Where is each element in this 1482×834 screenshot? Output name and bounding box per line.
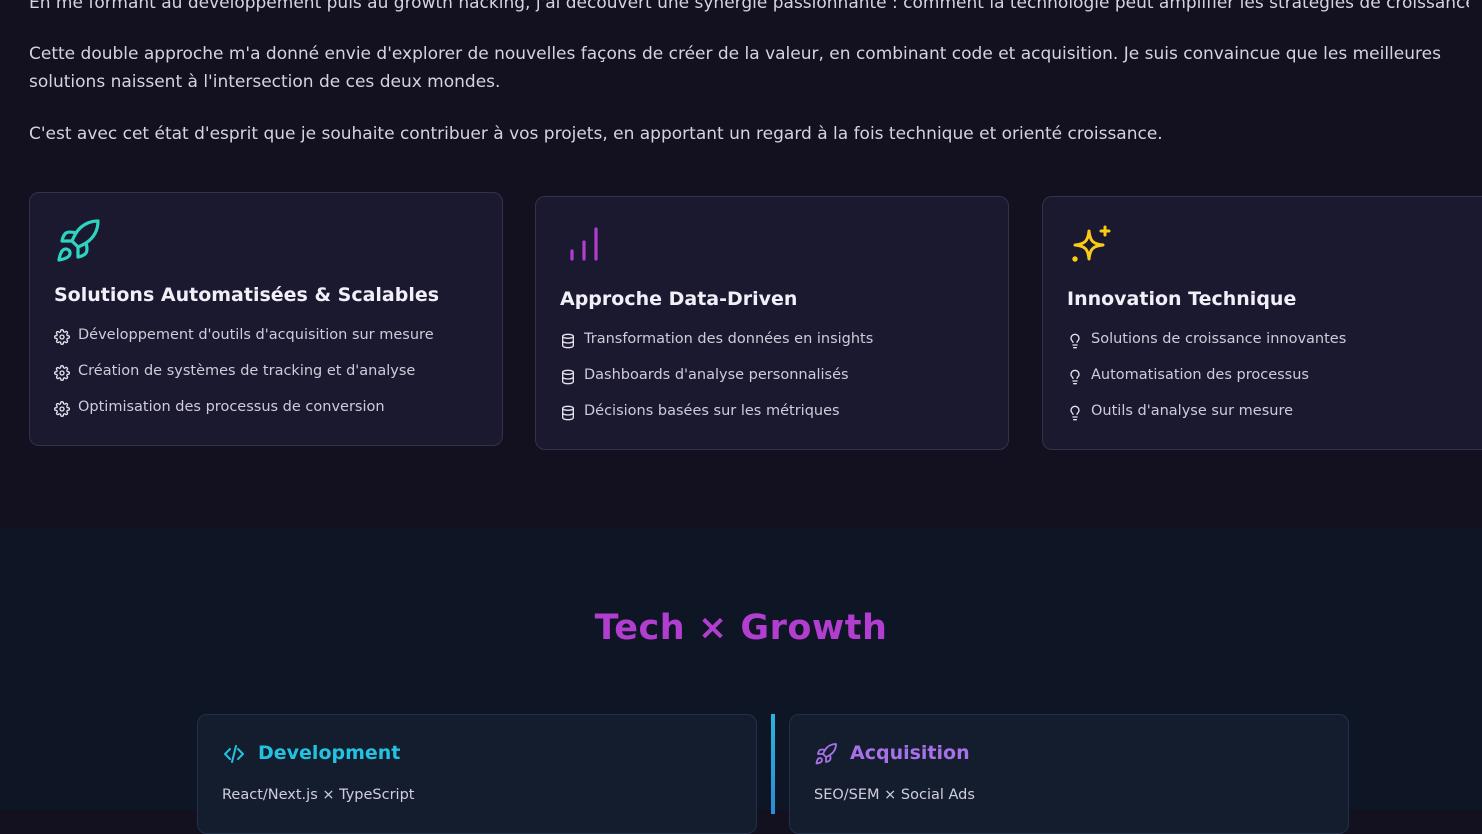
card-feature-list: Développement d'outils d'acquisition sur… — [54, 327, 434, 435]
about-section: En me formant au développement puis au g… — [0, 0, 1482, 528]
card-title: Solutions Automatisées & Scalables — [54, 284, 440, 306]
rocket-icon — [54, 217, 102, 265]
about-paragraph-2: Cette double approche m'a donné envie d'… — [29, 44, 1441, 92]
gear-icon — [54, 401, 70, 417]
list-item: Création de systèmes de tracking et d'an… — [54, 363, 434, 399]
code-icon — [222, 742, 246, 766]
section-title: Tech × Growth — [594, 608, 888, 648]
rocket-icon — [814, 742, 838, 766]
database-icon — [562, 405, 574, 421]
bar-chart-icon — [560, 221, 608, 269]
card-feature-list: Transformation des données en insights D… — [560, 331, 873, 439]
lightbulb-icon — [1070, 333, 1080, 349]
tech-growth-section: Tech × Growth Development React/Next.js … — [0, 528, 1482, 834]
list-item: Développement d'outils d'acquisition sur… — [54, 327, 434, 363]
development-label: Development — [258, 742, 401, 764]
gear-icon — [54, 329, 70, 345]
card-innovation: Innovation Technique Solutions de croiss… — [1042, 196, 1482, 450]
list-item-text: Automatisation des processus — [1091, 367, 1309, 383]
card-automated-solutions: Solutions Automatisées & Scalables Dével… — [29, 192, 503, 446]
list-item: Décisions basées sur les métriques — [560, 403, 873, 439]
list-item-text: Solutions de croissance innovantes — [1091, 331, 1347, 347]
list-item: Automatisation des processus — [1067, 367, 1346, 403]
list-item-text: Optimisation des processus de conversion — [78, 399, 385, 415]
development-card: Development React/Next.js × TypeScript — [197, 714, 757, 834]
card-feature-list: Solutions de croissance innovantes Autom… — [1067, 331, 1346, 439]
database-icon — [562, 369, 574, 385]
gear-icon — [54, 365, 70, 381]
list-item-text: Création de systèmes de tracking et d'an… — [78, 363, 416, 379]
list-item: Solutions de croissance innovantes — [1067, 331, 1346, 367]
list-item: Outils d'analyse sur mesure — [1067, 403, 1346, 439]
about-paragraph-1: En me formant au développement puis au g… — [29, 0, 1469, 13]
card-data-driven: Approche Data-Driven Transformation des … — [535, 196, 1009, 450]
acquisition-card: Acquisition SEO/SEM × Social Ads — [789, 714, 1349, 834]
list-item: Transformation des données en insights — [560, 331, 873, 367]
list-item-text: Développement d'outils d'acquisition sur… — [78, 327, 434, 343]
list-item: Dashboards d'analyse personnalisés — [560, 367, 873, 403]
database-icon — [562, 333, 574, 349]
development-stack: React/Next.js × TypeScript — [222, 787, 415, 803]
card-title: Innovation Technique — [1067, 288, 1297, 310]
about-paragraph-3: C'est avec cet état d'esprit que je souh… — [29, 124, 1163, 144]
sparkles-icon — [1067, 221, 1115, 269]
divider — [771, 714, 775, 814]
lightbulb-icon — [1070, 405, 1080, 421]
list-item-text: Décisions basées sur les métriques — [584, 403, 840, 419]
list-item-text: Dashboards d'analyse personnalisés — [584, 367, 849, 383]
list-item: Optimisation des processus de conversion — [54, 399, 434, 435]
lightbulb-icon — [1070, 369, 1080, 385]
acquisition-stack: SEO/SEM × Social Ads — [814, 787, 975, 803]
card-title: Approche Data-Driven — [560, 288, 798, 310]
list-item-text: Transformation des données en insights — [584, 331, 874, 347]
list-item-text: Outils d'analyse sur mesure — [1091, 403, 1294, 419]
acquisition-label: Acquisition — [850, 742, 970, 764]
